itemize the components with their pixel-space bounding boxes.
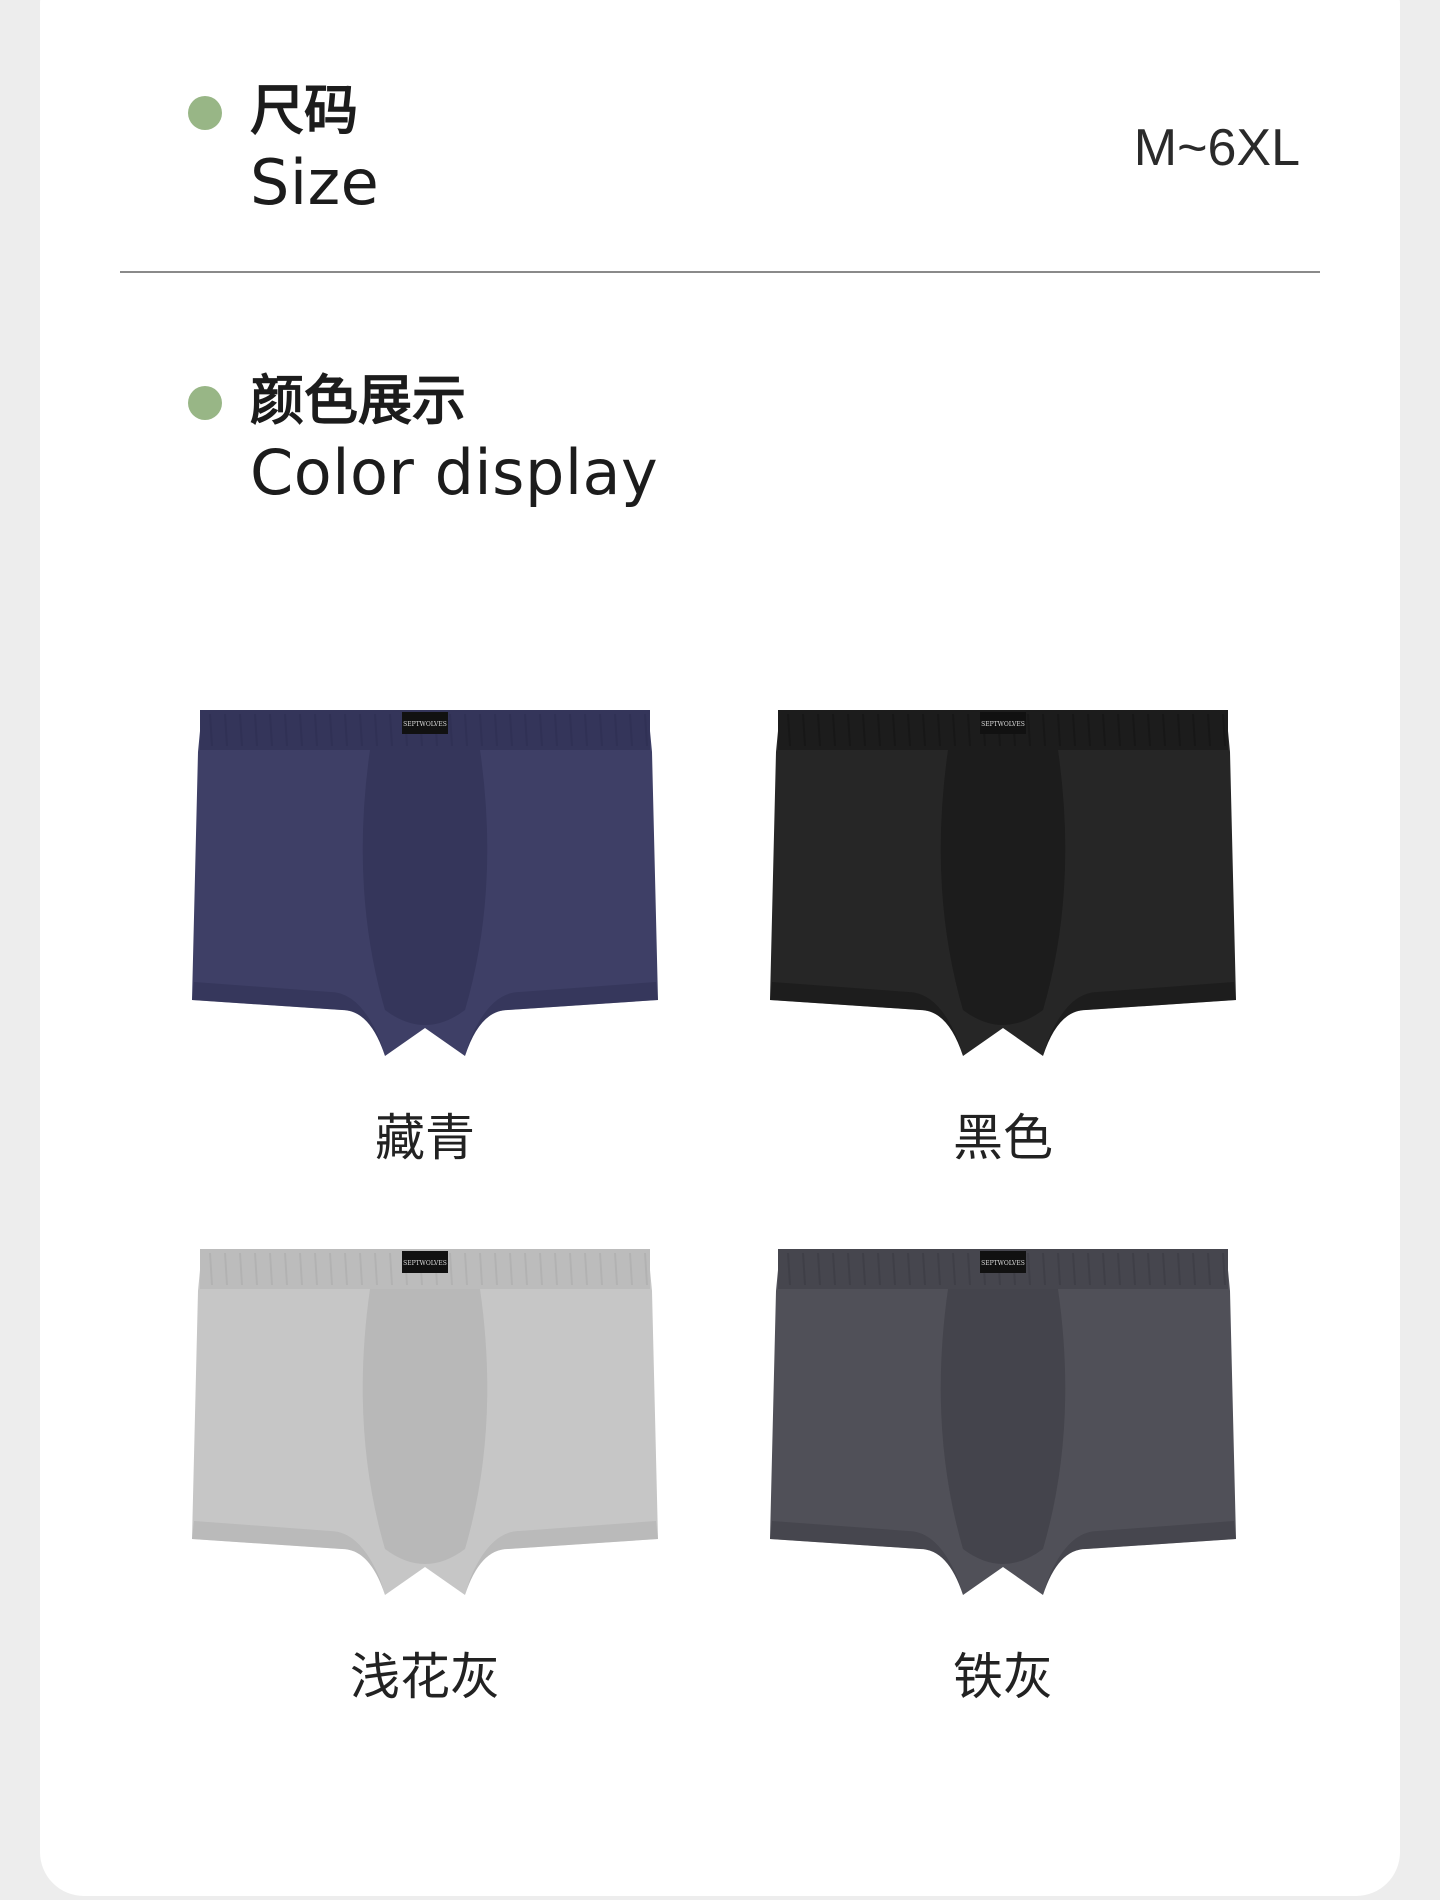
color-display-title-cn: 颜色展示 [250,369,466,432]
color-label-light-heather-grey: 浅花灰 [350,1648,500,1706]
brand-tag-text: SEPTWOLVES [981,1260,1025,1267]
boxer-brief-image: SEPTWOLVES [192,1249,658,1595]
color-swatch-iron-grey[interactable]: SEPTWOLVES [768,1249,1238,1595]
color-swatch-light-heather-grey[interactable]: SEPTWOLVES [190,1249,660,1595]
section-divider [120,271,1320,273]
color-label-iron-grey: 铁灰 [953,1648,1053,1706]
brand-tag-text: SEPTWOLVES [981,721,1025,728]
brief-pouch [362,750,488,1025]
color-display-section: 颜色展示 Color display [188,374,788,514]
color-label-navy: 藏青 [375,1109,475,1167]
color-swatch-black[interactable]: SEPTWOLVES [768,710,1238,1056]
color-label-black: 黑色 [953,1109,1053,1167]
bullet-dot-icon [188,386,222,420]
brand-tag-text: SEPTWOLVES [403,721,447,728]
boxer-brief-image: SEPTWOLVES [770,1249,1236,1595]
brief-pouch [362,1289,488,1564]
boxer-brief-image: SEPTWOLVES [192,710,658,1056]
brand-tag-text: SEPTWOLVES [403,1260,447,1267]
size-section: 尺码 Size [188,84,788,224]
color-display-title-en: Color display [250,436,659,509]
bullet-dot-icon [188,96,222,130]
size-title-en: Size [250,146,380,219]
brief-pouch [940,750,1066,1025]
boxer-brief-image: SEPTWOLVES [770,710,1236,1056]
size-title-cn: 尺码 [250,79,358,142]
brief-pouch [940,1289,1066,1564]
size-range-value: M~6XL [1133,119,1300,177]
color-swatch-navy[interactable]: SEPTWOLVES [190,710,660,1056]
